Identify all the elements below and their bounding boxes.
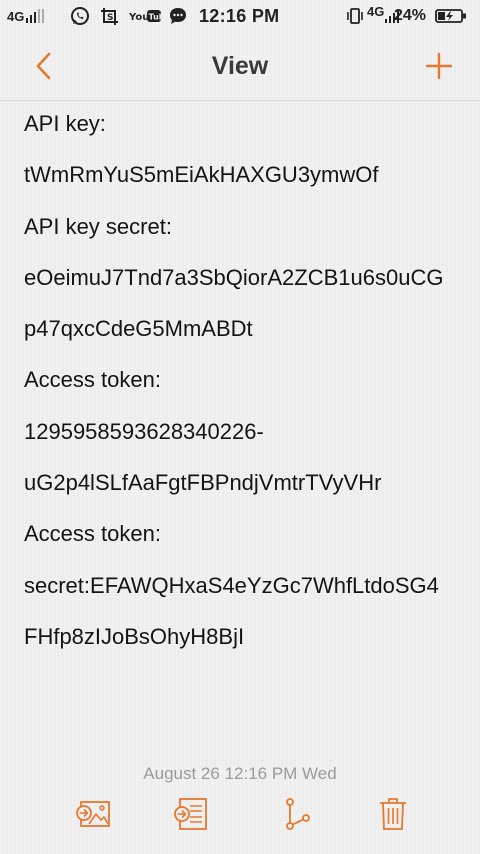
header-divider (0, 100, 480, 101)
note-body[interactable]: API key: tWmRmYuS5mEiAkHAXGU3ymwOf API k… (24, 106, 474, 670)
delete-icon (380, 798, 406, 830)
branch-icon (286, 798, 310, 830)
delete-button[interactable] (373, 794, 413, 834)
screenshot-icon: S (100, 5, 120, 27)
svg-text:S: S (107, 13, 113, 23)
share-as-image-button[interactable] (73, 794, 113, 834)
signal-icon: 4G (7, 5, 45, 27)
note-line: API key secret: (24, 213, 172, 239)
add-button[interactable] (420, 46, 458, 86)
share-as-text-icon (174, 798, 207, 830)
youtube-icon: You Tube (129, 5, 161, 27)
status-bar: 4G S You Tube 12:16 PM (0, 0, 480, 32)
note-line: tWmRmYuS5mEiAkHAXGU3ymwOf (24, 162, 379, 188)
svg-text:You: You (129, 12, 149, 23)
whatsapp-icon (70, 5, 90, 27)
bottom-toolbar (0, 790, 480, 840)
share-as-text-button[interactable] (170, 794, 210, 834)
battery-charging-icon (435, 5, 467, 27)
clock-time: 12:16 PM (199, 5, 280, 26)
share-as-image-icon (76, 801, 110, 827)
note-line: secret:EFAWQHxaS4eYzGc7WhfLtdoSG4 (24, 572, 439, 598)
note-line: Access token: (24, 367, 161, 393)
network-type-label: 4G (7, 8, 25, 24)
network-type-label-right: 4G (367, 3, 385, 19)
vibrate-icon (346, 5, 364, 27)
plus-icon (425, 52, 453, 80)
note-line: FHfp8zIJoBsOhyH8BjI (24, 623, 245, 649)
note-date: August 26 12:16 PM Wed (143, 764, 337, 783)
note-line: p47qxcCdeG5MmABDt (24, 316, 253, 342)
note-line: uG2p4lSLfAaFgtFBPndjVmtrTVyVHr (24, 470, 382, 496)
chat-icon (168, 5, 188, 27)
page-title: View (211, 52, 269, 80)
note-line: 1295958593628340226- (24, 418, 264, 444)
svg-text:Tube: Tube (149, 13, 162, 22)
battery-percent: 24% (394, 7, 427, 24)
branch-button[interactable] (276, 794, 316, 834)
app-header: View (0, 34, 480, 100)
note-line: eOeimuJ7Tnd7a3SbQiorA2ZCB1u6s0uCG (24, 264, 444, 290)
note-line: Access token: (24, 521, 161, 547)
note-line: API key: (24, 111, 106, 136)
